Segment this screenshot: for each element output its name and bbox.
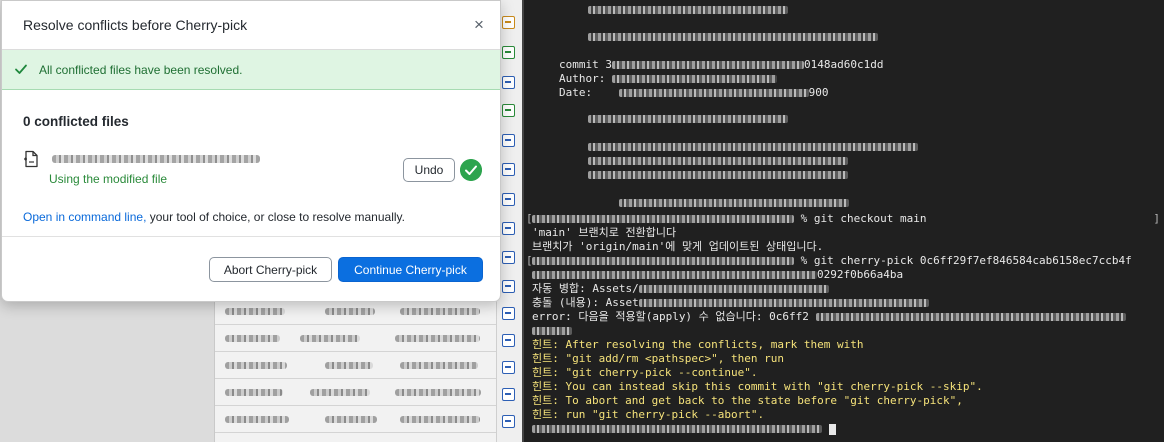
conflict-line: 충돌 (내용): Asset	[532, 296, 929, 310]
undo-button[interactable]: Undo	[403, 158, 455, 182]
continue-cherry-pick-button[interactable]: Continue Cherry-pick	[338, 257, 483, 282]
hint-line: 힌트: You can instead skip this commit wit…	[532, 380, 983, 393]
renamed-icon	[502, 334, 515, 347]
author-line: Author:	[559, 72, 777, 86]
dialog-title: Resolve conflicts before Cherry-pick	[23, 17, 248, 33]
resolved-check-icon	[460, 159, 482, 181]
list-item[interactable]	[215, 379, 504, 406]
hint-line: 힌트: run "git cherry-pick --abort".	[532, 408, 765, 421]
hint-line: 힌트: After resolving the conflicts, mark …	[532, 338, 864, 351]
modified-icon	[502, 16, 515, 29]
commit-line: commit 3 0148ad60c1dd	[559, 58, 884, 71]
auto-merge-line: 자동 병합: Assets/	[532, 282, 829, 296]
renamed-icon	[502, 163, 515, 176]
renamed-icon	[502, 361, 515, 374]
dialog-header: Resolve conflicts before Cherry-pick ×	[2, 1, 500, 50]
file-diff-icon	[24, 150, 38, 168]
file-name	[52, 155, 260, 163]
error-line: error: 다음을 적용할(apply) 수 없습니다: 0c6ff2	[532, 310, 1126, 324]
cherry-pick-command-line: % git cherry-pick 0c6ff29f7ef846584cab61…	[532, 254, 1132, 268]
abort-cherry-pick-button[interactable]: Abort Cherry-pick	[209, 257, 332, 282]
up-to-date-line: 브랜치가 'origin/main'에 맞게 업데이트된 상태입니다.	[532, 240, 824, 253]
terminal-cursor	[828, 423, 836, 435]
renamed-icon	[502, 193, 515, 206]
hint-text: your tool of choice, or close to resolve…	[146, 210, 405, 224]
renamed-icon	[502, 76, 515, 89]
list-item[interactable]	[215, 406, 504, 433]
list-item[interactable]	[215, 325, 504, 352]
open-in-command-line-link[interactable]: Open in command line,	[23, 210, 146, 224]
list-item[interactable]	[215, 298, 504, 325]
renamed-icon	[502, 307, 515, 320]
left-lower-pane	[0, 300, 214, 442]
checkout-command-line: % git checkout main	[532, 212, 926, 226]
renamed-icon	[502, 251, 515, 264]
renamed-icon	[502, 415, 515, 428]
resolved-banner: All conflicted files have been resolved.	[2, 50, 500, 90]
renamed-icon	[502, 280, 515, 293]
hint-line: 힌트: To abort and get back to the state b…	[532, 394, 963, 407]
terminal-window[interactable]: commit 3 0148ad60c1dd Author: Date: 900 […	[522, 0, 1164, 442]
close-icon[interactable]: ×	[468, 14, 490, 36]
checkmark-icon	[15, 64, 27, 74]
switched-branch-line: 'main' 브랜치로 전환합니다	[532, 226, 677, 239]
list-item[interactable]	[215, 352, 504, 379]
date-line: Date: 900	[559, 86, 829, 99]
commit-hash-line: 0292f0b66a4ba	[532, 268, 903, 282]
renamed-icon	[502, 134, 515, 147]
banner-text: All conflicted files have been resolved.	[39, 63, 243, 77]
prompt-line[interactable]	[532, 422, 836, 436]
hint-line: 힌트: "git add/rm <pathspec>", then run	[532, 352, 785, 365]
file-list-panel	[214, 298, 504, 442]
resolve-hint: Open in command line, your tool of choic…	[23, 210, 405, 224]
footer-divider	[2, 236, 500, 237]
added-icon	[502, 104, 515, 117]
resolve-conflicts-dialog: Resolve conflicts before Cherry-pick × A…	[1, 0, 501, 302]
file-status: Using the modified file	[49, 172, 168, 186]
renamed-icon	[502, 388, 515, 401]
conflict-count: 0 conflicted files	[23, 114, 129, 129]
hint-line: 힌트: "git cherry-pick --continue".	[532, 366, 758, 379]
added-icon	[502, 46, 515, 59]
renamed-icon	[502, 222, 515, 235]
